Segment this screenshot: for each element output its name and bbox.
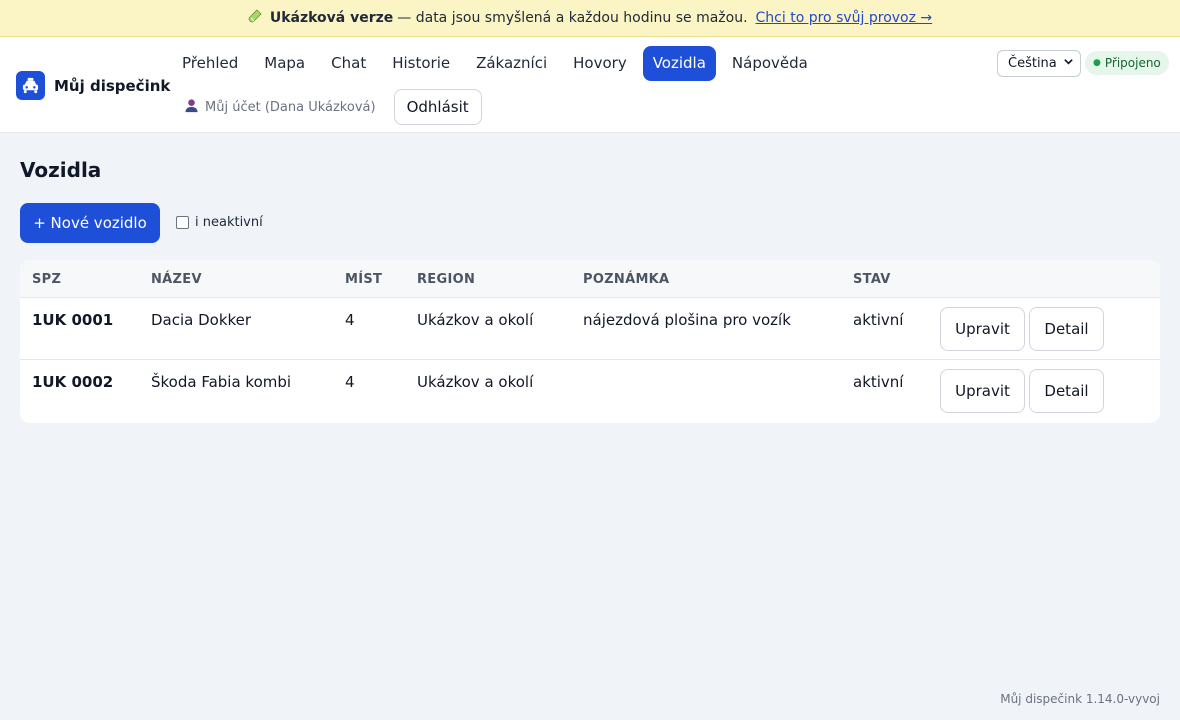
cell-name: Škoda Fabia kombi bbox=[151, 373, 292, 391]
show-inactive-toggle[interactable]: i neaktivní bbox=[176, 215, 263, 230]
cell-seats: 4 bbox=[345, 373, 355, 391]
cell-note: nájezdová plošina pro vozík bbox=[583, 311, 791, 329]
nav-item-zakaznici[interactable]: Zákazníci bbox=[466, 46, 557, 81]
new-vehicle-button[interactable]: + Nové vozidlo bbox=[20, 203, 160, 243]
edit-button[interactable]: Upravit bbox=[940, 369, 1025, 413]
connection-status-label: Připojeno bbox=[1104, 56, 1161, 70]
cell-region: Ukázkov a okolí bbox=[417, 373, 534, 391]
nav-item-vozidla[interactable]: Vozidla bbox=[642, 46, 716, 81]
header-region: REGION bbox=[417, 272, 476, 287]
language-value: Čeština bbox=[1008, 56, 1057, 71]
main-nav: Přehled Mapa Chat Historie Zákazníci Hov… bbox=[172, 46, 818, 81]
edit-button[interactable]: Upravit bbox=[940, 307, 1025, 351]
demo-banner-link[interactable]: Chci to pro svůj provoz → bbox=[756, 10, 933, 26]
nav-item-hovory[interactable]: Hovory bbox=[563, 46, 637, 81]
detail-button[interactable]: Detail bbox=[1029, 307, 1104, 351]
logout-button[interactable]: Odhlásit bbox=[393, 89, 482, 125]
demo-banner: Ukázková verze — data jsou smyšlená a ka… bbox=[0, 0, 1180, 37]
app-version: Můj dispečink 1.14.0-vyvoj bbox=[1000, 692, 1160, 706]
header-state: STAV bbox=[853, 272, 891, 287]
header-note: POZNÁMKA bbox=[583, 272, 670, 287]
cell-name: Dacia Dokker bbox=[151, 311, 252, 329]
table-header: SPZ NÁZEV MÍST REGION POZNÁMKA STAV bbox=[20, 260, 1160, 298]
header-spz: SPZ bbox=[32, 272, 62, 287]
vehicles-table: SPZ NÁZEV MÍST REGION POZNÁMKA STAV 1UK … bbox=[20, 260, 1160, 423]
account-link[interactable]: Můj účet (Dana Ukázková) bbox=[184, 98, 376, 117]
show-inactive-label: i neaktivní bbox=[195, 215, 263, 230]
brand[interactable]: Můj dispečink bbox=[16, 71, 170, 100]
nav-item-mapa[interactable]: Mapa bbox=[254, 46, 315, 81]
status-dot-icon: ● bbox=[1093, 58, 1101, 68]
demo-banner-title: Ukázková verze bbox=[269, 10, 394, 26]
account-label: Můj účet (Dana Ukázková) bbox=[205, 99, 376, 115]
cell-state: aktivní bbox=[853, 373, 904, 391]
flask-icon bbox=[248, 9, 262, 27]
nav-item-napoveda[interactable]: Nápověda bbox=[722, 46, 818, 81]
demo-banner-text: — data jsou smyšlená a každou hodinu se … bbox=[397, 10, 748, 26]
header-seats: MÍST bbox=[345, 272, 383, 287]
nav-item-prehled[interactable]: Přehled bbox=[172, 46, 248, 81]
cell-seats: 4 bbox=[345, 311, 355, 329]
header-name: NÁZEV bbox=[151, 272, 202, 287]
chevron-down-icon bbox=[1063, 56, 1074, 71]
user-icon bbox=[184, 98, 199, 117]
cell-spz: 1UK 0001 bbox=[32, 311, 114, 329]
show-inactive-checkbox[interactable] bbox=[176, 216, 189, 229]
cell-spz: 1UK 0002 bbox=[32, 373, 114, 391]
cell-region: Ukázkov a okolí bbox=[417, 311, 534, 329]
table-row: 1UK 0002 Škoda Fabia kombi 4 Ukázkov a o… bbox=[20, 360, 1160, 422]
nav-item-chat[interactable]: Chat bbox=[321, 46, 376, 81]
connection-status-badge: ● Připojeno bbox=[1085, 51, 1169, 75]
page-title: Vozidla bbox=[20, 158, 102, 182]
table-row: 1UK 0001 Dacia Dokker 4 Ukázkov a okolí … bbox=[20, 298, 1160, 360]
detail-button[interactable]: Detail bbox=[1029, 369, 1104, 413]
account-row: Můj účet (Dana Ukázková) Odhlásit bbox=[184, 89, 482, 125]
nav-item-historie[interactable]: Historie bbox=[382, 46, 460, 81]
taxi-icon bbox=[16, 71, 45, 100]
brand-name: Můj dispečink bbox=[54, 76, 171, 95]
app-header: Můj dispečink Přehled Mapa Chat Historie… bbox=[0, 37, 1180, 133]
language-select[interactable]: Čeština bbox=[997, 50, 1081, 77]
cell-state: aktivní bbox=[853, 311, 904, 329]
